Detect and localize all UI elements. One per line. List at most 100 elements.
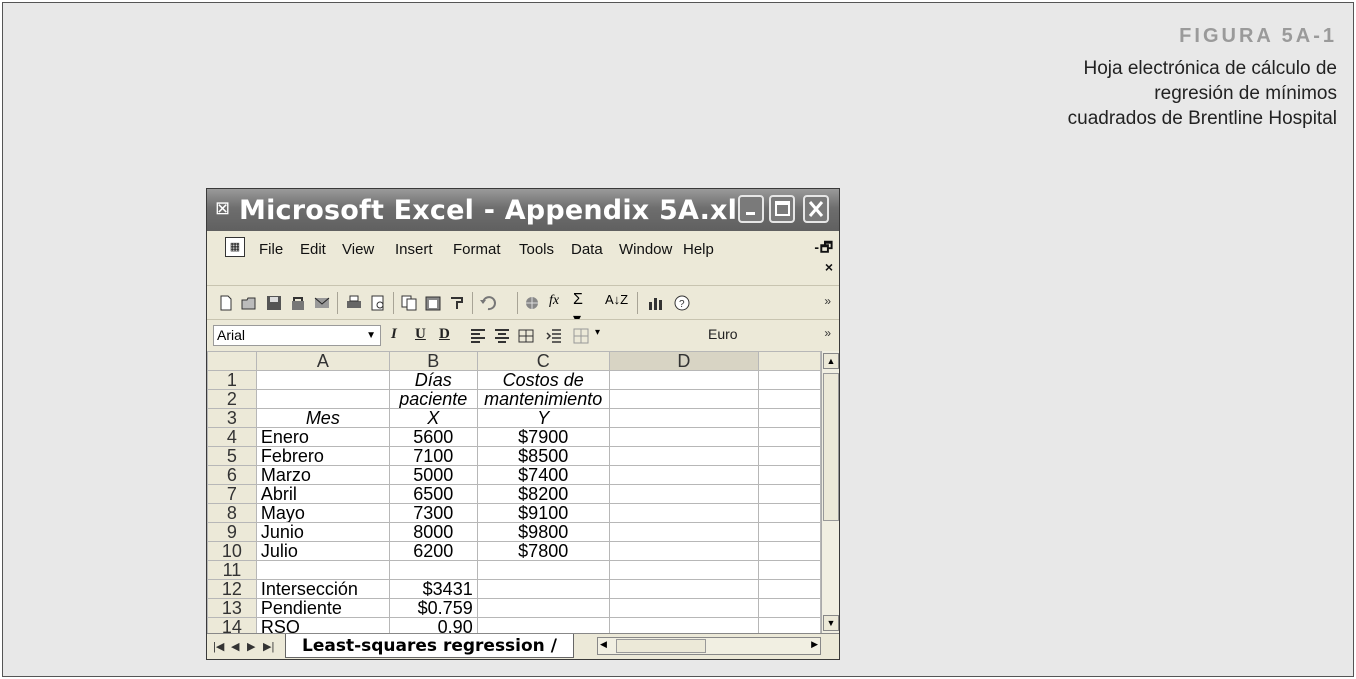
menu-tools[interactable]: Tools [519, 241, 554, 258]
mdi-minimize-icon[interactable]: - [814, 239, 819, 255]
new-icon[interactable] [217, 294, 235, 312]
cell-b[interactable]: 5600 [388, 427, 478, 447]
prev-sheet-icon[interactable]: ◀ [231, 640, 239, 653]
cell-d[interactable] [608, 522, 760, 542]
chart-wizard-icon[interactable] [647, 294, 665, 312]
cell-a[interactable]: Mes [255, 408, 390, 428]
document-icon[interactable]: ▦ [225, 237, 245, 257]
cell-d[interactable] [608, 598, 760, 618]
horizontal-scroll-thumb[interactable] [616, 639, 706, 653]
cell-c[interactable] [476, 579, 610, 599]
cell-c[interactable]: Y [476, 408, 610, 428]
close-button[interactable] [803, 195, 829, 223]
menu-window[interactable]: Window [619, 241, 672, 258]
print-preview-icon[interactable] [369, 294, 387, 312]
help-icon[interactable]: ? [673, 294, 691, 312]
toolbar-options-icon[interactable]: » [824, 326, 831, 340]
cell-e[interactable] [758, 579, 821, 599]
cell-a[interactable] [255, 560, 390, 580]
align-center-icon[interactable] [493, 327, 511, 345]
menu-help[interactable]: Help [683, 241, 714, 258]
cell-a[interactable]: RSQ [255, 617, 390, 633]
menu-data[interactable]: Data [571, 241, 603, 258]
menu-view[interactable]: View [342, 241, 374, 258]
cell-c[interactable]: $9800 [476, 522, 610, 542]
cell-d[interactable] [608, 560, 760, 580]
print-icon[interactable] [345, 294, 363, 312]
save-icon[interactable] [265, 294, 283, 312]
cell-a[interactable] [255, 389, 390, 409]
column-header-d[interactable]: D [608, 351, 760, 371]
cell-c[interactable]: $7900 [476, 427, 610, 447]
spreadsheet-grid[interactable]: A B C D 1 Días Costos de 2 paciente mantenimi… [207, 351, 821, 633]
column-header-a[interactable]: A [255, 351, 390, 371]
increase-indent-icon[interactable] [545, 327, 563, 345]
cell-c[interactable] [476, 617, 610, 633]
menu-edit[interactable]: Edit [300, 241, 326, 258]
row-header[interactable]: 10 [207, 541, 257, 561]
cell-d[interactable] [608, 465, 760, 485]
cell-d[interactable] [608, 370, 760, 390]
cell-e[interactable] [758, 598, 821, 618]
cell-c[interactable]: $7400 [476, 465, 610, 485]
font-name-select[interactable]: Arial ▼ [213, 325, 381, 346]
toolbar-options-icon[interactable]: » [824, 294, 831, 308]
next-sheet-icon[interactable]: ▶ [247, 640, 255, 653]
cell-a[interactable]: Pendiente [255, 598, 390, 618]
cell-b[interactable] [388, 560, 478, 580]
format-painter-icon[interactable] [448, 294, 466, 312]
cell-e[interactable] [758, 484, 821, 504]
italic-icon[interactable]: I [391, 326, 397, 343]
undo-icon[interactable] [479, 294, 497, 312]
cell-e[interactable] [758, 408, 821, 428]
column-header-b[interactable]: B [388, 351, 478, 371]
cell-e[interactable] [758, 541, 821, 561]
copy-icon[interactable] [400, 294, 418, 312]
row-header[interactable]: 4 [207, 427, 257, 447]
row-header[interactable]: 8 [207, 503, 257, 523]
cell-b[interactable]: 8000 [388, 522, 478, 542]
cell-e[interactable] [758, 522, 821, 542]
cell-a[interactable]: Marzo [255, 465, 390, 485]
cell-b[interactable]: 5000 [388, 465, 478, 485]
sort-ascending-icon[interactable]: A↓Z [605, 292, 631, 310]
cell-c[interactable] [476, 598, 610, 618]
double-underline-icon[interactable]: D [439, 326, 450, 343]
autosum-icon[interactable]: Σ ▾ [573, 291, 591, 328]
cell-d[interactable] [608, 484, 760, 504]
align-left-icon[interactable] [469, 327, 487, 345]
cell-b[interactable]: X [388, 408, 478, 428]
insert-function-icon[interactable]: fx [549, 293, 567, 311]
minimize-button[interactable] [738, 195, 764, 223]
cell-d[interactable] [608, 408, 760, 428]
horizontal-scrollbar[interactable]: ◀ ▶ [597, 637, 821, 655]
hyperlink-icon[interactable] [524, 294, 542, 312]
cell-a[interactable]: Febrero [255, 446, 390, 466]
cell-d[interactable] [608, 446, 760, 466]
maximize-button[interactable] [769, 195, 795, 223]
cell-d[interactable] [608, 617, 760, 633]
cell-e[interactable] [758, 465, 821, 485]
row-header[interactable]: 14 [207, 617, 257, 633]
open-icon[interactable] [241, 294, 259, 312]
cell-e[interactable] [758, 370, 821, 390]
cell-e[interactable] [758, 560, 821, 580]
row-header[interactable]: 3 [207, 408, 257, 428]
row-header[interactable]: 13 [207, 598, 257, 618]
cell-b[interactable]: 7100 [388, 446, 478, 466]
cell-b[interactable]: 6200 [388, 541, 478, 561]
cell-c[interactable]: mantenimiento [476, 389, 610, 409]
borders-icon[interactable] [572, 327, 590, 345]
cell-b[interactable]: $0.759 [388, 598, 478, 618]
row-header[interactable]: 11 [207, 560, 257, 580]
sheet-tab-least-squares[interactable]: Least-squares regression / [285, 634, 574, 658]
first-sheet-icon[interactable]: |◀ [213, 640, 224, 653]
cell-e[interactable] [758, 389, 821, 409]
cell-e[interactable] [758, 617, 821, 633]
currency-button[interactable]: Euro [708, 326, 738, 342]
cell-d[interactable] [608, 579, 760, 599]
cell-c[interactable]: $8500 [476, 446, 610, 466]
row-header[interactable]: 2 [207, 389, 257, 409]
cell-a[interactable]: Intersección [255, 579, 390, 599]
cell-b[interactable]: 0.90 [388, 617, 478, 633]
